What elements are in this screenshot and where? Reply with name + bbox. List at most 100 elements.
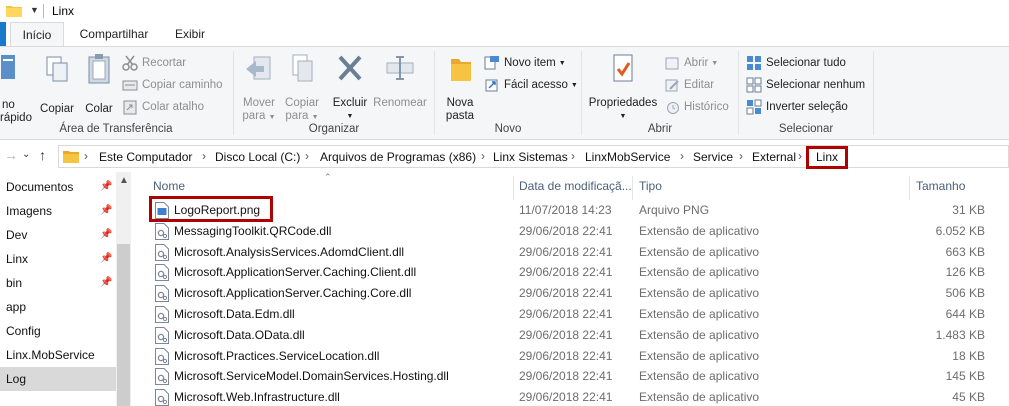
copy-button[interactable]: Copiar (38, 51, 76, 116)
window-title: Linx (52, 4, 75, 18)
scroll-up-icon[interactable]: ▲ (119, 175, 129, 186)
column-divider[interactable] (632, 176, 633, 200)
tab-exibir[interactable]: Exibir (164, 22, 216, 46)
chevron-right-icon[interactable]: › (798, 149, 802, 163)
nav-item-log[interactable]: Log (0, 367, 116, 391)
history-button[interactable]: Histórico (664, 97, 729, 117)
dll-file-icon (155, 243, 169, 261)
table-row[interactable]: Microsoft.ApplicationServer.Caching.Clie… (149, 262, 989, 283)
nav-item-config[interactable]: Config (0, 319, 116, 343)
breadcrumb-external[interactable]: External (752, 150, 796, 164)
delete-button[interactable]: Excluir ▼ (330, 51, 370, 123)
properties-button[interactable]: Propriedades ▼ (586, 51, 660, 123)
properties-label: Propriedades (588, 97, 658, 109)
paste-shortcut-button[interactable]: Colar atalho (122, 97, 204, 117)
tab-inicio[interactable]: Início (10, 22, 64, 47)
file-list-scrollbar[interactable] (988, 176, 1005, 406)
chevron-right-icon[interactable]: › (571, 149, 575, 163)
column-header-name[interactable]: Nome (153, 179, 185, 193)
recent-locations-chevron-icon[interactable]: ⌄ (22, 149, 30, 160)
nav-item-documentos[interactable]: Documentos 📌 (0, 175, 116, 199)
table-row[interactable]: LogoReport.png 11/07/2018 14:23 Arquivo PN… (149, 200, 989, 221)
pin-icon[interactable]: 📌 (100, 175, 112, 199)
cut-label: Recortar (142, 57, 187, 69)
move-to-button[interactable]: Mover para ▼ (239, 51, 279, 124)
table-row[interactable]: Microsoft.Web.Infrastructure.dll 29/06/20… (149, 387, 989, 406)
column-header-size[interactable]: Tamanho (916, 179, 965, 193)
new-folder-label-line1: Nova (446, 97, 474, 109)
rename-icon (386, 56, 414, 80)
nav-item-imagens[interactable]: Imagens 📌 (0, 199, 116, 223)
column-header-type[interactable]: Tipo (639, 179, 662, 193)
easy-access-button[interactable]: Fácil acesso ▼ (484, 75, 578, 95)
column-divider[interactable] (513, 176, 514, 200)
select-none-button[interactable]: Selecionar nenhum (746, 75, 865, 95)
breadcrumb-disco-local[interactable]: Disco Local (C:) (215, 150, 300, 164)
pin-icon[interactable]: 📌 (100, 247, 112, 271)
pin-icon[interactable]: 📌 (100, 271, 112, 295)
nav-item-app[interactable]: app (0, 295, 116, 319)
paste-button[interactable]: Colar (80, 51, 118, 116)
nav-item-bin[interactable]: bin 📌 (0, 271, 116, 295)
select-all-button[interactable]: Selecionar tudo (746, 53, 846, 73)
tab-compartilhar[interactable]: Compartilhar (70, 22, 158, 46)
up-arrow-icon[interactable]: ↑ (39, 147, 46, 163)
table-row[interactable]: Microsoft.ServiceModel.DomainServices.Ho… (149, 366, 989, 387)
breadcrumb-este-computador[interactable]: Este Computador (99, 150, 192, 164)
quick-access-dropdown-icon[interactable]: ▼ (30, 5, 39, 15)
forward-arrow-icon[interactable]: → (4, 147, 18, 163)
chevron-right-icon[interactable]: › (202, 149, 206, 163)
nav-item-label: Documentos (6, 180, 74, 194)
pin-icon[interactable]: 📌 (100, 223, 112, 247)
open-button[interactable]: Abrir ▼ (664, 53, 718, 73)
new-item-button[interactable]: Novo item ▼ (484, 53, 566, 73)
invert-selection-button[interactable]: Inverter seleção (746, 97, 848, 117)
table-row[interactable]: Microsoft.Data.Edm.dll 29/06/2018 22:41 Ex… (149, 304, 989, 325)
file-size: 18 KB (952, 348, 985, 363)
chevron-right-icon[interactable]: › (739, 149, 743, 163)
nav-item-linx-mobservice[interactable]: Linx.MobService (0, 343, 116, 367)
nav-item-linx[interactable]: Linx 📌 (0, 247, 116, 271)
pin-icon[interactable]: 📌 (100, 199, 112, 223)
column-header-date[interactable]: Data de modificaçã... (519, 179, 632, 193)
file-date: 29/06/2018 22:41 (519, 244, 613, 259)
cut-button[interactable]: Recortar (122, 53, 186, 73)
pin-icon (1, 55, 15, 79)
breadcrumb-linx-sistemas[interactable]: Linx Sistemas (493, 150, 568, 164)
table-row[interactable]: MessagingToolkit.QRCode.dll 29/06/2018 22… (149, 221, 989, 242)
title-bar: ▼ Linx (0, 0, 1009, 22)
pin-quick-access-button[interactable]: no rápido (0, 51, 36, 125)
table-row[interactable]: Microsoft.Data.OData.dll 29/06/2018 22:41… (149, 325, 989, 346)
table-row[interactable]: Microsoft.Practices.ServiceLocation.dll 2… (149, 346, 989, 367)
move-to-label-line2: para ▼ (242, 110, 276, 122)
delete-label: Excluir (332, 97, 368, 109)
file-name: Microsoft.ServiceModel.DomainServices.Ho… (174, 369, 449, 384)
breadcrumb-arquivos-de-programas[interactable]: Arquivos de Programas (x86) (320, 150, 476, 164)
copy-to-button[interactable]: Copiar para ▼ (282, 51, 322, 124)
scissors-icon (122, 55, 138, 71)
folder-icon (63, 151, 79, 163)
chevron-right-icon[interactable]: › (481, 149, 485, 163)
table-row[interactable]: Microsoft.ApplicationServer.Caching.Core… (149, 283, 989, 304)
column-divider[interactable] (909, 176, 910, 200)
address-bar[interactable]: › Este Computador › Disco Local (C:) › A… (58, 145, 1009, 169)
nav-item-dev[interactable]: Dev 📌 (0, 223, 116, 247)
new-folder-label-line2: pasta (445, 110, 475, 122)
paste-shortcut-icon (123, 100, 137, 115)
tab-file[interactable] (0, 22, 6, 46)
rename-button[interactable]: Renomear (372, 51, 428, 110)
dll-file-icon (155, 285, 169, 303)
chevron-right-icon[interactable]: › (84, 149, 88, 163)
nav-scrollbar-thumb[interactable] (117, 244, 130, 406)
edit-button[interactable]: Editar (664, 75, 714, 95)
file-type: Extensão de aplicativo (639, 390, 760, 405)
chevron-right-icon[interactable]: › (305, 149, 309, 163)
open-label: Abrir (684, 57, 709, 69)
copy-path-button[interactable]: Copiar caminho (122, 75, 223, 95)
file-name: Microsoft.ApplicationServer.Caching.Core… (174, 286, 412, 301)
table-row[interactable]: Microsoft.AnalysisServices.AdomdClient.d… (149, 242, 989, 263)
new-folder-button[interactable]: Nova pasta (440, 51, 480, 123)
breadcrumb-linxmobservice[interactable]: LinxMobService (585, 150, 670, 164)
chevron-right-icon[interactable]: › (680, 149, 684, 163)
breadcrumb-service[interactable]: Service (693, 150, 733, 164)
